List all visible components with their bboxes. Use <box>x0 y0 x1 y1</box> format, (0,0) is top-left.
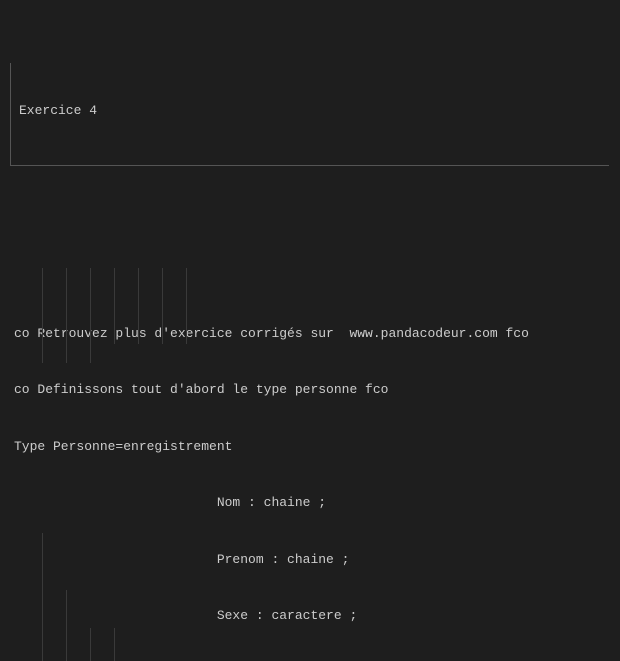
code-line: Type Personne=enregistrement <box>14 438 610 457</box>
code-line: Sexe : caractere ; <box>14 607 610 626</box>
code-line: co Retrouvez plus d'exercice corrigés su… <box>14 325 610 344</box>
code-editor[interactable]: Exercice 4 co Retrouvez plus d'exercice … <box>0 0 620 661</box>
editor-title: Exercice 4 <box>19 102 609 121</box>
code-line: Nom : chaine ; <box>14 494 610 513</box>
title-frame: Exercice 4 <box>10 63 609 166</box>
code-line: co Definissons tout d'abord le type pers… <box>14 381 610 400</box>
code-line: Prenom : chaine ; <box>14 551 610 570</box>
code-block: co Retrouvez plus d'exercice corrigés su… <box>10 230 610 661</box>
